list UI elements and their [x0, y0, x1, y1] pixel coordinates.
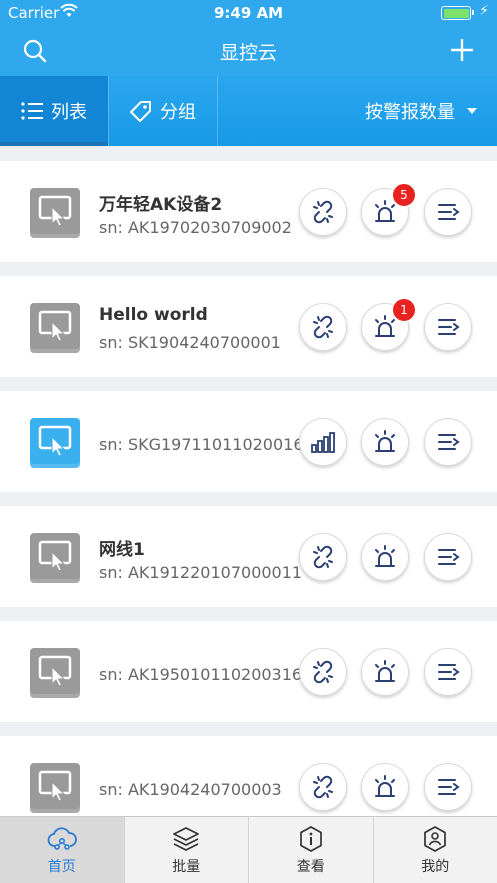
connection-button[interactable]: [299, 533, 347, 581]
menu-arrow-icon: [435, 659, 461, 685]
tab-view-label: 查看: [296, 859, 325, 875]
alarm-button[interactable]: [361, 418, 409, 466]
device-serial: sn: AK191220107000011: [99, 563, 303, 582]
detail-button[interactable]: [424, 303, 472, 351]
alarm-button[interactable]: [361, 533, 409, 581]
detail-button[interactable]: [424, 188, 472, 236]
device-card[interactable]: sn: AK1904240700003: [0, 736, 497, 816]
tab-group[interactable]: 分组: [108, 76, 218, 146]
chevron-down-icon: [467, 108, 477, 114]
device-offline-icon: [30, 648, 80, 698]
unlink-icon: [310, 659, 336, 685]
connection-button[interactable]: [299, 648, 347, 696]
device-name: 万年轻AK设备2: [99, 195, 223, 215]
alarm-count-badge: 5: [392, 183, 416, 207]
device-card[interactable]: sn: SKG197110110200169: [0, 391, 497, 492]
page-title: 显控云: [219, 42, 277, 64]
search-icon[interactable]: [22, 38, 48, 64]
detail-button[interactable]: [424, 418, 472, 466]
connection-button[interactable]: [299, 188, 347, 236]
unlink-icon: [310, 199, 336, 225]
device-serial: sn: AK19702030709002: [99, 218, 292, 237]
device-serial: sn: SKG197110110200169: [99, 435, 314, 454]
tab-home-label: 首页: [47, 859, 76, 875]
unlink-icon: [310, 774, 336, 800]
device-name: Hello world: [99, 305, 208, 325]
alarm-icon: [372, 774, 398, 800]
tab-home[interactable]: 首页: [0, 817, 124, 883]
device-offline-icon: [30, 188, 80, 238]
device-card[interactable]: 网线1 sn: AK191220107000011: [0, 506, 497, 607]
signal-icon: [310, 429, 336, 455]
tab-mine[interactable]: 我的: [372, 817, 497, 883]
status-bar: Carrier 9:49 AM ⚡: [0, 0, 497, 26]
menu-arrow-icon: [435, 544, 461, 570]
tag-icon: [130, 101, 151, 122]
unlink-icon: [310, 544, 336, 570]
menu-arrow-icon: [435, 314, 461, 340]
device-serial: sn: AK19501011020031616: [99, 665, 323, 684]
list-icon: [21, 102, 43, 120]
tab-batch-label: 批量: [172, 859, 201, 875]
device-offline-icon: [30, 303, 80, 353]
cloud-home-icon: [47, 827, 77, 850]
device-offline-icon: [30, 533, 80, 583]
sort-dropdown[interactable]: 按警报数量: [365, 76, 477, 146]
charging-icon: ⚡: [479, 3, 489, 19]
tab-mine-label: 我的: [421, 859, 450, 875]
info-shield-icon: [299, 826, 322, 852]
tab-list-label: 列表: [51, 102, 87, 123]
alarm-button[interactable]: 5: [361, 183, 416, 236]
detail-button[interactable]: [424, 533, 472, 581]
detail-button[interactable]: [424, 648, 472, 696]
nav-bar: 显控云: [0, 26, 497, 76]
alarm-icon: [372, 429, 398, 455]
alarm-icon: [372, 659, 398, 685]
user-icon: [424, 826, 447, 852]
tab-bar: 首页 批量 查看 我的: [0, 816, 497, 883]
segment-bar: 列表 分组 按警报数量: [0, 76, 497, 146]
menu-arrow-icon: [435, 774, 461, 800]
alarm-button[interactable]: [361, 648, 409, 696]
sort-label: 按警报数量: [365, 102, 455, 123]
device-card[interactable]: sn: AK19501011020031616: [0, 621, 497, 722]
device-offline-icon: [30, 763, 80, 813]
battery-icon: [441, 6, 474, 20]
alarm-button[interactable]: 1: [361, 298, 416, 351]
device-card[interactable]: 万年轻AK设备2 sn: AK19702030709002 5: [0, 161, 497, 262]
tab-group-label: 分组: [160, 102, 196, 123]
connection-button[interactable]: [299, 763, 347, 811]
menu-arrow-icon: [435, 199, 461, 225]
clock: 9:49 AM: [213, 4, 284, 22]
device-name: 网线1: [99, 540, 145, 560]
tab-batch[interactable]: 批量: [123, 817, 249, 883]
add-icon[interactable]: [449, 37, 475, 63]
unlink-icon: [310, 314, 336, 340]
device-serial: sn: SK1904240700001: [99, 333, 281, 352]
menu-arrow-icon: [435, 429, 461, 455]
alarm-icon: [372, 544, 398, 570]
tab-view[interactable]: 查看: [248, 817, 373, 883]
tab-list[interactable]: 列表: [0, 76, 108, 146]
alarm-button[interactable]: [361, 763, 409, 811]
device-list: 万年轻AK设备2 sn: AK19702030709002 5 Hello world…: [0, 146, 497, 816]
connection-button[interactable]: [299, 303, 347, 351]
device-serial: sn: AK1904240700003: [99, 780, 282, 799]
device-card[interactable]: Hello world sn: SK1904240700001 1: [0, 276, 497, 377]
device-online-icon: [30, 418, 80, 468]
layers-icon: [173, 827, 200, 851]
alarm-count-badge: 1: [392, 298, 416, 322]
signal-button[interactable]: [299, 418, 347, 466]
detail-button[interactable]: [424, 763, 472, 811]
